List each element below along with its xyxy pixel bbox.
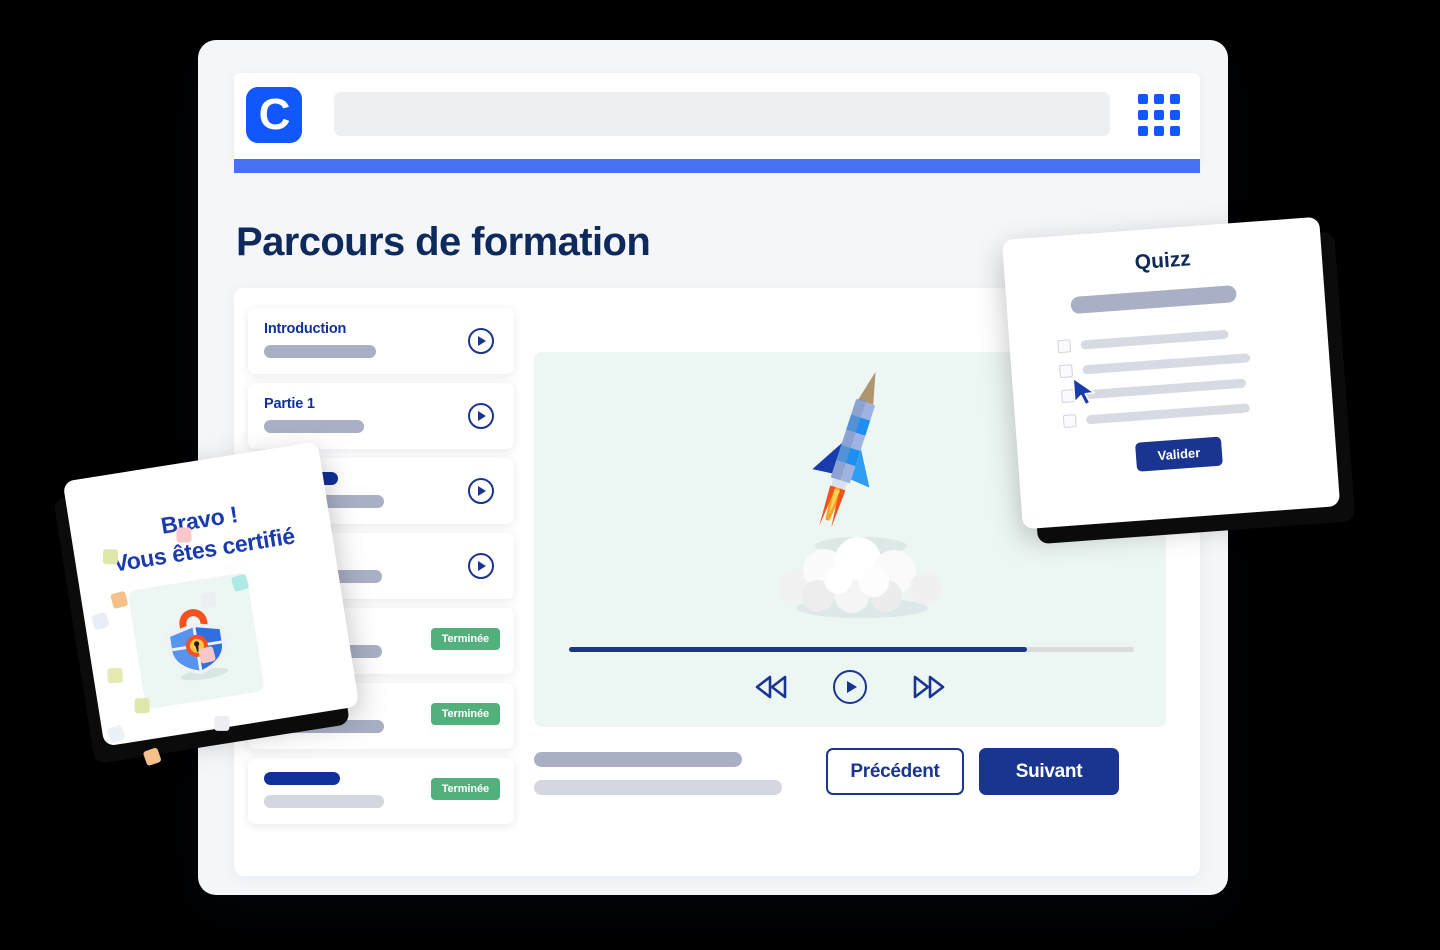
lesson-description xyxy=(534,752,782,795)
grid-dot xyxy=(1138,126,1148,136)
lesson-title-placeholder xyxy=(264,772,340,785)
quizz-option-placeholder xyxy=(1084,378,1247,400)
play-icon[interactable] xyxy=(833,670,867,704)
quizz-option[interactable] xyxy=(1057,328,1229,354)
confetti-square xyxy=(134,698,150,714)
grid-dot xyxy=(1154,110,1164,120)
grid-dot xyxy=(1138,110,1148,120)
status-badge: Terminée xyxy=(430,703,500,725)
video-progress-bar[interactable] xyxy=(569,647,1134,652)
page-title: Parcours de formation xyxy=(236,220,651,264)
quizz-option-checkbox[interactable] xyxy=(1057,339,1072,354)
lesson-item[interactable]: Terminée xyxy=(248,758,514,824)
lesson-subtitle-placeholder xyxy=(264,345,376,358)
description-line xyxy=(534,780,782,795)
quizz-option-checkbox[interactable] xyxy=(1062,414,1077,429)
screenshot-root: C Parcours de formation Introduction Part… xyxy=(0,0,1440,950)
quizz-option-checkbox[interactable] xyxy=(1059,364,1074,379)
next-button[interactable]: Suivant xyxy=(979,748,1119,795)
confetti-square xyxy=(102,549,119,565)
quizz-title: Quizz xyxy=(1133,247,1192,275)
lesson-play-icon[interactable] xyxy=(468,553,494,579)
quizz-option[interactable] xyxy=(1059,351,1251,379)
confetti-square xyxy=(142,747,162,767)
grid-dot xyxy=(1170,94,1180,104)
quizz-option-placeholder xyxy=(1085,403,1251,425)
quizz-option-placeholder xyxy=(1080,329,1229,350)
quizz-question-placeholder xyxy=(1070,285,1237,315)
lesson-subtitle-placeholder xyxy=(264,795,384,808)
video-controls xyxy=(534,670,1166,704)
app-grid-icon[interactable] xyxy=(1138,94,1180,136)
browser-chrome: C xyxy=(234,73,1200,159)
video-progress-fill xyxy=(569,647,1027,652)
previous-button[interactable]: Précédent xyxy=(826,748,964,795)
grid-dot xyxy=(1154,94,1164,104)
lesson-title: Introduction xyxy=(264,321,347,337)
certificate-badge-frame xyxy=(127,572,265,710)
app-logo-letter: C xyxy=(258,90,291,139)
status-badge: Terminée xyxy=(430,628,500,650)
quizz-submit-button[interactable]: Valider xyxy=(1135,436,1223,472)
lesson-play-icon[interactable] xyxy=(468,478,494,504)
certificate-card[interactable]: Bravo ! Vous êtes certifié xyxy=(62,441,360,767)
confetti-square xyxy=(214,715,230,731)
padlock-shield-icon xyxy=(165,609,229,681)
app-logo[interactable]: C xyxy=(246,87,302,143)
lesson-title: Partie 1 xyxy=(264,396,315,412)
address-bar[interactable] xyxy=(334,92,1110,136)
lesson-play-icon[interactable] xyxy=(468,328,494,354)
confetti-square xyxy=(107,667,123,684)
brand-accent-bar xyxy=(234,159,1200,173)
status-badge: Terminée xyxy=(430,778,500,800)
description-line xyxy=(534,752,742,767)
fast-forward-icon[interactable] xyxy=(911,674,947,700)
quizz-option-placeholder xyxy=(1082,353,1251,375)
lesson-subtitle-placeholder xyxy=(264,720,384,733)
confetti-square xyxy=(176,527,192,543)
quizz-card[interactable]: Quizz Valider xyxy=(1001,216,1341,530)
lesson-play-icon[interactable] xyxy=(468,403,494,429)
grid-dot xyxy=(1170,126,1180,136)
confetti-square xyxy=(200,591,217,609)
cloud-illustration xyxy=(779,537,942,618)
grid-dot xyxy=(1170,110,1180,120)
lesson-navigation: Précédent Suivant xyxy=(826,748,1119,795)
grid-dot xyxy=(1138,94,1148,104)
rewind-icon[interactable] xyxy=(753,674,789,700)
grid-dot xyxy=(1154,126,1164,136)
lesson-item[interactable]: Introduction xyxy=(248,308,514,374)
mouse-cursor-icon xyxy=(1072,377,1096,406)
quizz-card-surface: Quizz Valider xyxy=(1001,216,1341,530)
lesson-item[interactable]: Partie 1 xyxy=(248,383,514,449)
lesson-subtitle-placeholder xyxy=(264,420,364,433)
